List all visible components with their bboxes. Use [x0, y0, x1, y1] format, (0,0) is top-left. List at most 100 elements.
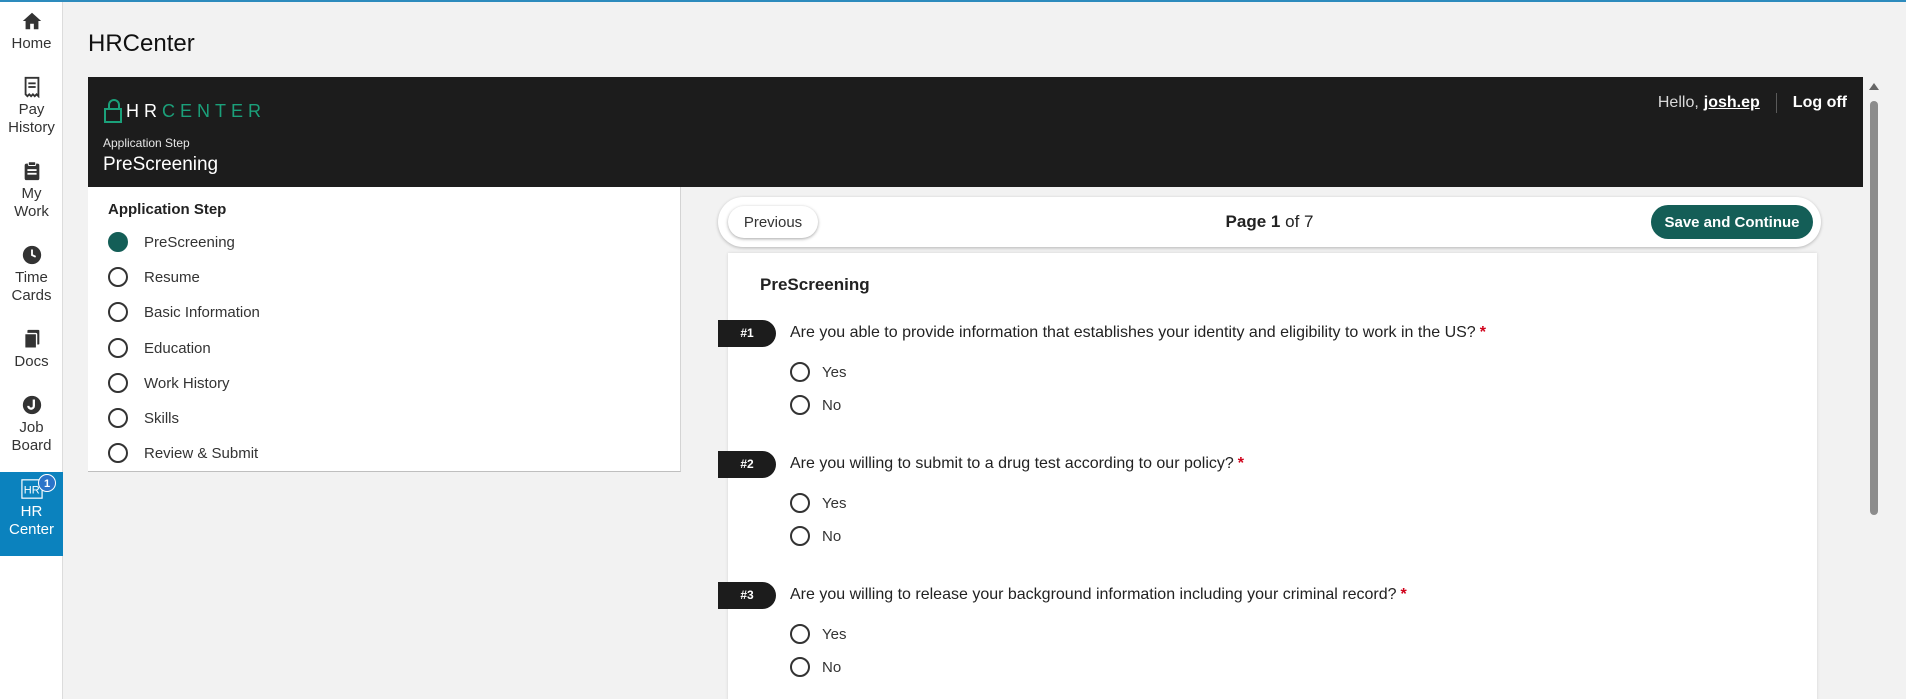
question-number-tag: #3: [718, 582, 776, 609]
step-label: Application Step: [103, 136, 190, 150]
q1-option-no[interactable]: No: [790, 395, 841, 415]
question-card: PreScreening #1 Are you able to provide …: [718, 253, 1817, 699]
receipt-icon: [24, 76, 39, 98]
username-link[interactable]: josh.ep: [1704, 94, 1760, 112]
required-marker: *: [1237, 455, 1245, 472]
q1-option-yes[interactable]: Yes: [790, 362, 846, 382]
documents-icon: [23, 329, 39, 349]
step-status-icon: [108, 338, 128, 358]
question-number-tag: #2: [718, 451, 776, 478]
nav-rail: Home Pay History My Work Time Cards Docs…: [0, 2, 63, 699]
application-steps-panel: Application Step PreScreening Resume Bas…: [88, 187, 681, 472]
rail-item-label: Time Cards: [11, 269, 52, 304]
step-status-current-icon: [108, 232, 128, 252]
step-item-label: Basic Information: [144, 303, 260, 321]
step-item-label: Review & Submit: [144, 444, 259, 462]
greeting: Hello,: [1657, 94, 1699, 111]
option-label: No: [822, 527, 842, 545]
question-text: Are you willing to submit to a drug test…: [790, 455, 1244, 473]
main-area: HRCenter HRCENTER Application Step PreSc…: [64, 2, 1906, 699]
step-item-label: Education: [144, 339, 211, 357]
question-number-tag: #1: [718, 320, 776, 347]
step-item-resume[interactable]: Resume: [108, 266, 200, 288]
job-board-icon: [22, 395, 41, 415]
radio-button[interactable]: [790, 624, 810, 644]
radio-button[interactable]: [790, 657, 810, 677]
scroll-up-arrow-icon[interactable]: [1869, 83, 1879, 90]
app-header: HRCENTER Application Step PreScreening H…: [88, 77, 1863, 187]
rail-item-label: Home: [11, 35, 52, 52]
option-label: Yes: [822, 363, 847, 381]
steps-panel-title: Application Step: [108, 201, 227, 218]
q2-option-yes[interactable]: Yes: [790, 493, 846, 513]
pager-bar: Previous Page 1 of 7 Save and Continue: [718, 197, 1821, 247]
radio-button[interactable]: [790, 493, 810, 513]
user-area: Hello, josh.ep Log off: [1658, 93, 1847, 113]
step-status-icon: [108, 302, 128, 322]
step-item-label: Work History: [144, 374, 230, 392]
step-item-label: Skills: [144, 409, 180, 427]
radio-button[interactable]: [790, 362, 810, 382]
step-item-label: PreScreening: [144, 233, 235, 251]
rail-item-label: Job Board: [11, 419, 52, 454]
step-item-education[interactable]: Education: [108, 337, 211, 359]
logo-text: HRCENTER: [126, 101, 266, 121]
option-label: Yes: [822, 625, 847, 643]
rail-item-pay-history[interactable]: Pay History: [0, 76, 63, 137]
question-label: Are you willing to release your backgrou…: [790, 586, 1397, 603]
q2-option-no[interactable]: No: [790, 526, 841, 546]
question-label: Are you able to provide information that…: [790, 324, 1476, 341]
current-page: 1: [1270, 212, 1281, 231]
logoff-link[interactable]: Log off: [1793, 94, 1847, 112]
option-label: No: [822, 396, 842, 414]
logo-hr: HR: [126, 101, 162, 121]
home-icon: [22, 12, 41, 30]
question-text: Are you willing to release your backgrou…: [790, 586, 1407, 604]
rail-item-label: HR Center: [8, 503, 55, 538]
q3-option-no[interactable]: No: [790, 657, 841, 677]
step-item-work-history[interactable]: Work History: [108, 372, 230, 394]
header-divider: [1775, 93, 1777, 113]
rail-item-label: Pay History: [8, 101, 55, 136]
step-status-icon: [108, 373, 128, 393]
option-label: No: [822, 658, 842, 676]
step-item-basic-information[interactable]: Basic Information: [108, 301, 260, 323]
step-status-icon: [108, 443, 128, 463]
rail-item-job-board[interactable]: Job Board: [0, 394, 63, 455]
vertical-scrollbar[interactable]: [1865, 77, 1883, 699]
lock-icon: [104, 99, 124, 123]
form-section-title: PreScreening: [760, 275, 870, 294]
question-label: Are you willing to submit to a drug test…: [790, 455, 1234, 472]
step-status-icon: [108, 267, 128, 287]
application-frame: HRCENTER Application Step PreScreening H…: [88, 77, 1887, 699]
rail-item-time-cards[interactable]: Time Cards: [0, 244, 63, 305]
rail-item-home[interactable]: Home: [0, 10, 63, 53]
page-title: HRCenter: [88, 30, 195, 57]
notification-badge: 1: [38, 474, 56, 492]
clock-icon: [22, 245, 41, 265]
total-pages: of 7: [1285, 212, 1314, 231]
questionnaire-area: Previous Page 1 of 7 Save and Continue P…: [718, 187, 1864, 699]
step-item-prescreening[interactable]: PreScreening: [108, 231, 235, 253]
logo-center: CENTER: [162, 101, 267, 121]
rail-item-hr-center[interactable]: HR 1 HR Center: [0, 472, 63, 556]
radio-button[interactable]: [790, 526, 810, 546]
scrollbar-thumb[interactable]: [1870, 101, 1878, 515]
step-item-review-submit[interactable]: Review & Submit: [108, 442, 258, 464]
save-and-continue-button[interactable]: Save and Continue: [1651, 205, 1813, 239]
rail-item-my-work[interactable]: My Work: [0, 160, 63, 221]
step-item-label: Resume: [144, 268, 200, 286]
svg-text:HR: HR: [23, 485, 39, 497]
hrcenter-logo: HRCENTER: [104, 89, 266, 123]
question-text: Are you able to provide information that…: [790, 324, 1486, 342]
required-marker: *: [1479, 324, 1486, 341]
required-marker: *: [1400, 586, 1407, 603]
clipboard-icon: [24, 161, 39, 181]
step-item-skills[interactable]: Skills: [108, 407, 179, 429]
option-label: Yes: [822, 494, 847, 512]
q3-option-yes[interactable]: Yes: [790, 624, 846, 644]
radio-button[interactable]: [790, 395, 810, 415]
rail-item-docs[interactable]: Docs: [0, 328, 63, 371]
rail-item-label: My Work: [14, 185, 49, 220]
step-status-icon: [108, 408, 128, 428]
